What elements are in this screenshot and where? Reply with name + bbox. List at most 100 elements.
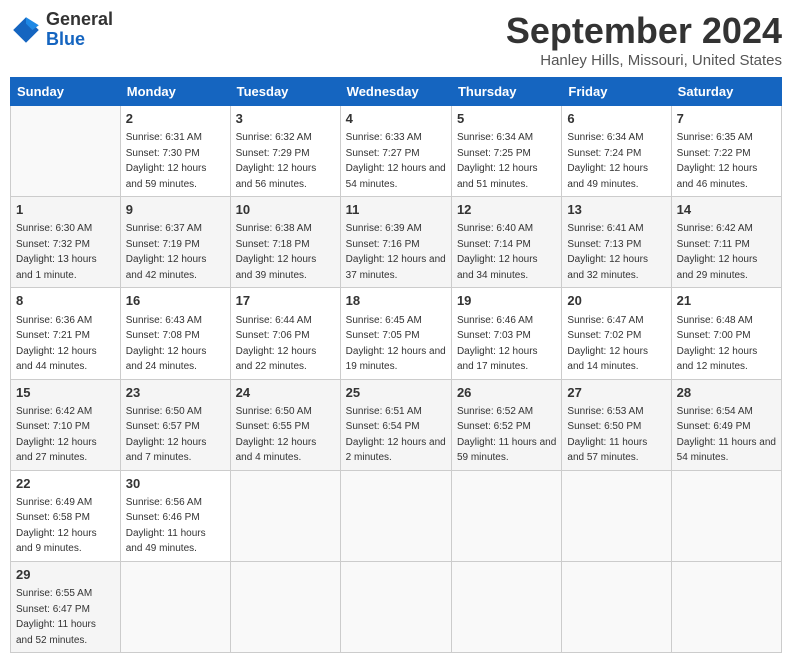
calendar-cell: 24Sunrise: 6:50 AMSunset: 6:55 PMDayligh… xyxy=(230,379,340,470)
col-wednesday: Wednesday xyxy=(340,78,451,106)
logo-text: General Blue xyxy=(46,10,113,50)
calendar-title: September 2024 xyxy=(506,10,782,52)
day-number: 30 xyxy=(126,475,225,493)
calendar-cell: 22 Sunrise: 6:49 AMSunset: 6:58 PMDayligh… xyxy=(11,470,121,561)
day-number: 27 xyxy=(567,384,665,402)
calendar-subtitle: Hanley Hills, Missouri, United States xyxy=(506,52,782,69)
calendar-cell: 12Sunrise: 6:40 AMSunset: 7:14 PMDayligh… xyxy=(451,197,561,288)
calendar-cell: 9Sunrise: 6:37 AMSunset: 7:19 PMDaylight… xyxy=(120,197,230,288)
col-thursday: Thursday xyxy=(451,78,561,106)
day-number: 3 xyxy=(236,110,335,128)
calendar-cell: 10 Sunrise: 6:38 AMSunset: 7:18 PMDayligh… xyxy=(230,197,340,288)
calendar-cell: 25 Sunrise: 6:51 AMSunset: 6:54 PMDayligh… xyxy=(340,379,451,470)
calendar-cell xyxy=(562,470,671,561)
col-friday: Friday xyxy=(562,78,671,106)
header-row: Sunday Monday Tuesday Wednesday Thursday… xyxy=(11,78,782,106)
day-detail: Sunrise: 6:38 AMSunset: 7:18 PMDaylight:… xyxy=(236,223,317,281)
calendar-week-row: 2Sunrise: 6:31 AMSunset: 7:30 PMDaylight… xyxy=(11,106,782,197)
calendar-cell: 19 Sunrise: 6:46 AMSunset: 7:03 PMDayligh… xyxy=(451,288,561,379)
calendar-cell: 14 Sunrise: 6:42 AMSunset: 7:11 PMDayligh… xyxy=(671,197,781,288)
day-detail: Sunrise: 6:32 AMSunset: 7:29 PMDaylight:… xyxy=(236,132,317,190)
general-blue-icon xyxy=(10,14,42,46)
day-number: 17 xyxy=(236,292,335,310)
calendar-cell: 27Sunrise: 6:53 AMSunset: 6:50 PMDayligh… xyxy=(562,379,671,470)
calendar-cell: 28 Sunrise: 6:54 AMSunset: 6:49 PMDayligh… xyxy=(671,379,781,470)
calendar-cell: 30 Sunrise: 6:56 AMSunset: 6:46 PMDayligh… xyxy=(120,470,230,561)
day-number: 23 xyxy=(126,384,225,402)
logo: General Blue xyxy=(10,10,113,50)
day-detail: Sunrise: 6:56 AMSunset: 6:46 PMDaylight:… xyxy=(126,497,206,555)
calendar-cell xyxy=(451,470,561,561)
calendar-cell: 23Sunrise: 6:50 AMSunset: 6:57 PMDayligh… xyxy=(120,379,230,470)
day-detail: Sunrise: 6:49 AMSunset: 6:58 PMDaylight:… xyxy=(16,497,97,555)
day-number: 28 xyxy=(677,384,776,402)
day-number: 26 xyxy=(457,384,556,402)
day-number: 6 xyxy=(567,110,665,128)
calendar-cell: 5 Sunrise: 6:34 AMSunset: 7:25 PMDaylight… xyxy=(451,106,561,197)
day-number: 21 xyxy=(677,292,776,310)
day-detail: Sunrise: 6:46 AMSunset: 7:03 PMDaylight:… xyxy=(457,315,538,373)
day-detail: Sunrise: 6:39 AMSunset: 7:16 PMDaylight:… xyxy=(346,223,446,281)
calendar-cell xyxy=(11,106,121,197)
col-saturday: Saturday xyxy=(671,78,781,106)
day-detail: Sunrise: 6:34 AMSunset: 7:24 PMDaylight:… xyxy=(567,132,648,190)
calendar-week-row: 15 Sunrise: 6:42 AMSunset: 7:10 PMDayligh… xyxy=(11,379,782,470)
calendar-cell: 26 Sunrise: 6:52 AMSunset: 6:52 PMDayligh… xyxy=(451,379,561,470)
calendar-week-row: 22 Sunrise: 6:49 AMSunset: 6:58 PMDayligh… xyxy=(11,470,782,561)
day-detail: Sunrise: 6:47 AMSunset: 7:02 PMDaylight:… xyxy=(567,315,648,373)
calendar-cell xyxy=(340,470,451,561)
day-number: 25 xyxy=(346,384,446,402)
calendar-cell: 7 Sunrise: 6:35 AMSunset: 7:22 PMDaylight… xyxy=(671,106,781,197)
day-number: 15 xyxy=(16,384,115,402)
day-number: 5 xyxy=(457,110,556,128)
calendar-week-row: 8 Sunrise: 6:36 AMSunset: 7:21 PMDaylight… xyxy=(11,288,782,379)
day-number: 18 xyxy=(346,292,446,310)
calendar-cell: 2Sunrise: 6:31 AMSunset: 7:30 PMDaylight… xyxy=(120,106,230,197)
day-number: 29 xyxy=(16,566,115,584)
day-detail: Sunrise: 6:55 AMSunset: 6:47 PMDaylight:… xyxy=(16,588,96,646)
day-number: 7 xyxy=(677,110,776,128)
day-number: 9 xyxy=(126,201,225,219)
title-block: September 2024 Hanley Hills, Missouri, U… xyxy=(506,10,782,69)
calendar-cell xyxy=(230,470,340,561)
calendar-week-row: 1Sunrise: 6:30 AMSunset: 7:32 PMDaylight… xyxy=(11,197,782,288)
day-number: 16 xyxy=(126,292,225,310)
day-detail: Sunrise: 6:36 AMSunset: 7:21 PMDaylight:… xyxy=(16,315,97,373)
day-detail: Sunrise: 6:31 AMSunset: 7:30 PMDaylight:… xyxy=(126,132,207,190)
day-detail: Sunrise: 6:48 AMSunset: 7:00 PMDaylight:… xyxy=(677,315,758,373)
day-detail: Sunrise: 6:33 AMSunset: 7:27 PMDaylight:… xyxy=(346,132,446,190)
page-header: General Blue September 2024 Hanley Hills… xyxy=(10,10,782,69)
calendar-cell xyxy=(671,561,781,652)
day-number: 11 xyxy=(346,201,446,219)
day-detail: Sunrise: 6:30 AMSunset: 7:32 PMDaylight:… xyxy=(16,223,97,281)
calendar-cell: 11 Sunrise: 6:39 AMSunset: 7:16 PMDayligh… xyxy=(340,197,451,288)
calendar-cell: 15 Sunrise: 6:42 AMSunset: 7:10 PMDayligh… xyxy=(11,379,121,470)
calendar-cell: 13Sunrise: 6:41 AMSunset: 7:13 PMDayligh… xyxy=(562,197,671,288)
calendar-week-row: 29 Sunrise: 6:55 AMSunset: 6:47 PMDayligh… xyxy=(11,561,782,652)
day-number: 14 xyxy=(677,201,776,219)
day-number: 13 xyxy=(567,201,665,219)
calendar-cell: 21 Sunrise: 6:48 AMSunset: 7:00 PMDayligh… xyxy=(671,288,781,379)
calendar-cell xyxy=(120,561,230,652)
day-detail: Sunrise: 6:35 AMSunset: 7:22 PMDaylight:… xyxy=(677,132,758,190)
calendar-cell: 4Sunrise: 6:33 AMSunset: 7:27 PMDaylight… xyxy=(340,106,451,197)
day-detail: Sunrise: 6:34 AMSunset: 7:25 PMDaylight:… xyxy=(457,132,538,190)
calendar-cell xyxy=(340,561,451,652)
day-detail: Sunrise: 6:51 AMSunset: 6:54 PMDaylight:… xyxy=(346,406,446,464)
calendar-cell: 29 Sunrise: 6:55 AMSunset: 6:47 PMDayligh… xyxy=(11,561,121,652)
day-number: 19 xyxy=(457,292,556,310)
calendar-cell: 17Sunrise: 6:44 AMSunset: 7:06 PMDayligh… xyxy=(230,288,340,379)
calendar-table: Sunday Monday Tuesday Wednesday Thursday… xyxy=(10,77,782,653)
day-detail: Sunrise: 6:54 AMSunset: 6:49 PMDaylight:… xyxy=(677,406,776,464)
day-number: 8 xyxy=(16,292,115,310)
day-detail: Sunrise: 6:43 AMSunset: 7:08 PMDaylight:… xyxy=(126,315,207,373)
day-detail: Sunrise: 6:42 AMSunset: 7:10 PMDaylight:… xyxy=(16,406,97,464)
calendar-cell xyxy=(230,561,340,652)
col-sunday: Sunday xyxy=(11,78,121,106)
calendar-cell: 18Sunrise: 6:45 AMSunset: 7:05 PMDayligh… xyxy=(340,288,451,379)
day-detail: Sunrise: 6:42 AMSunset: 7:11 PMDaylight:… xyxy=(677,223,758,281)
day-detail: Sunrise: 6:50 AMSunset: 6:55 PMDaylight:… xyxy=(236,406,317,464)
day-detail: Sunrise: 6:52 AMSunset: 6:52 PMDaylight:… xyxy=(457,406,556,464)
day-number: 10 xyxy=(236,201,335,219)
day-number: 22 xyxy=(16,475,115,493)
